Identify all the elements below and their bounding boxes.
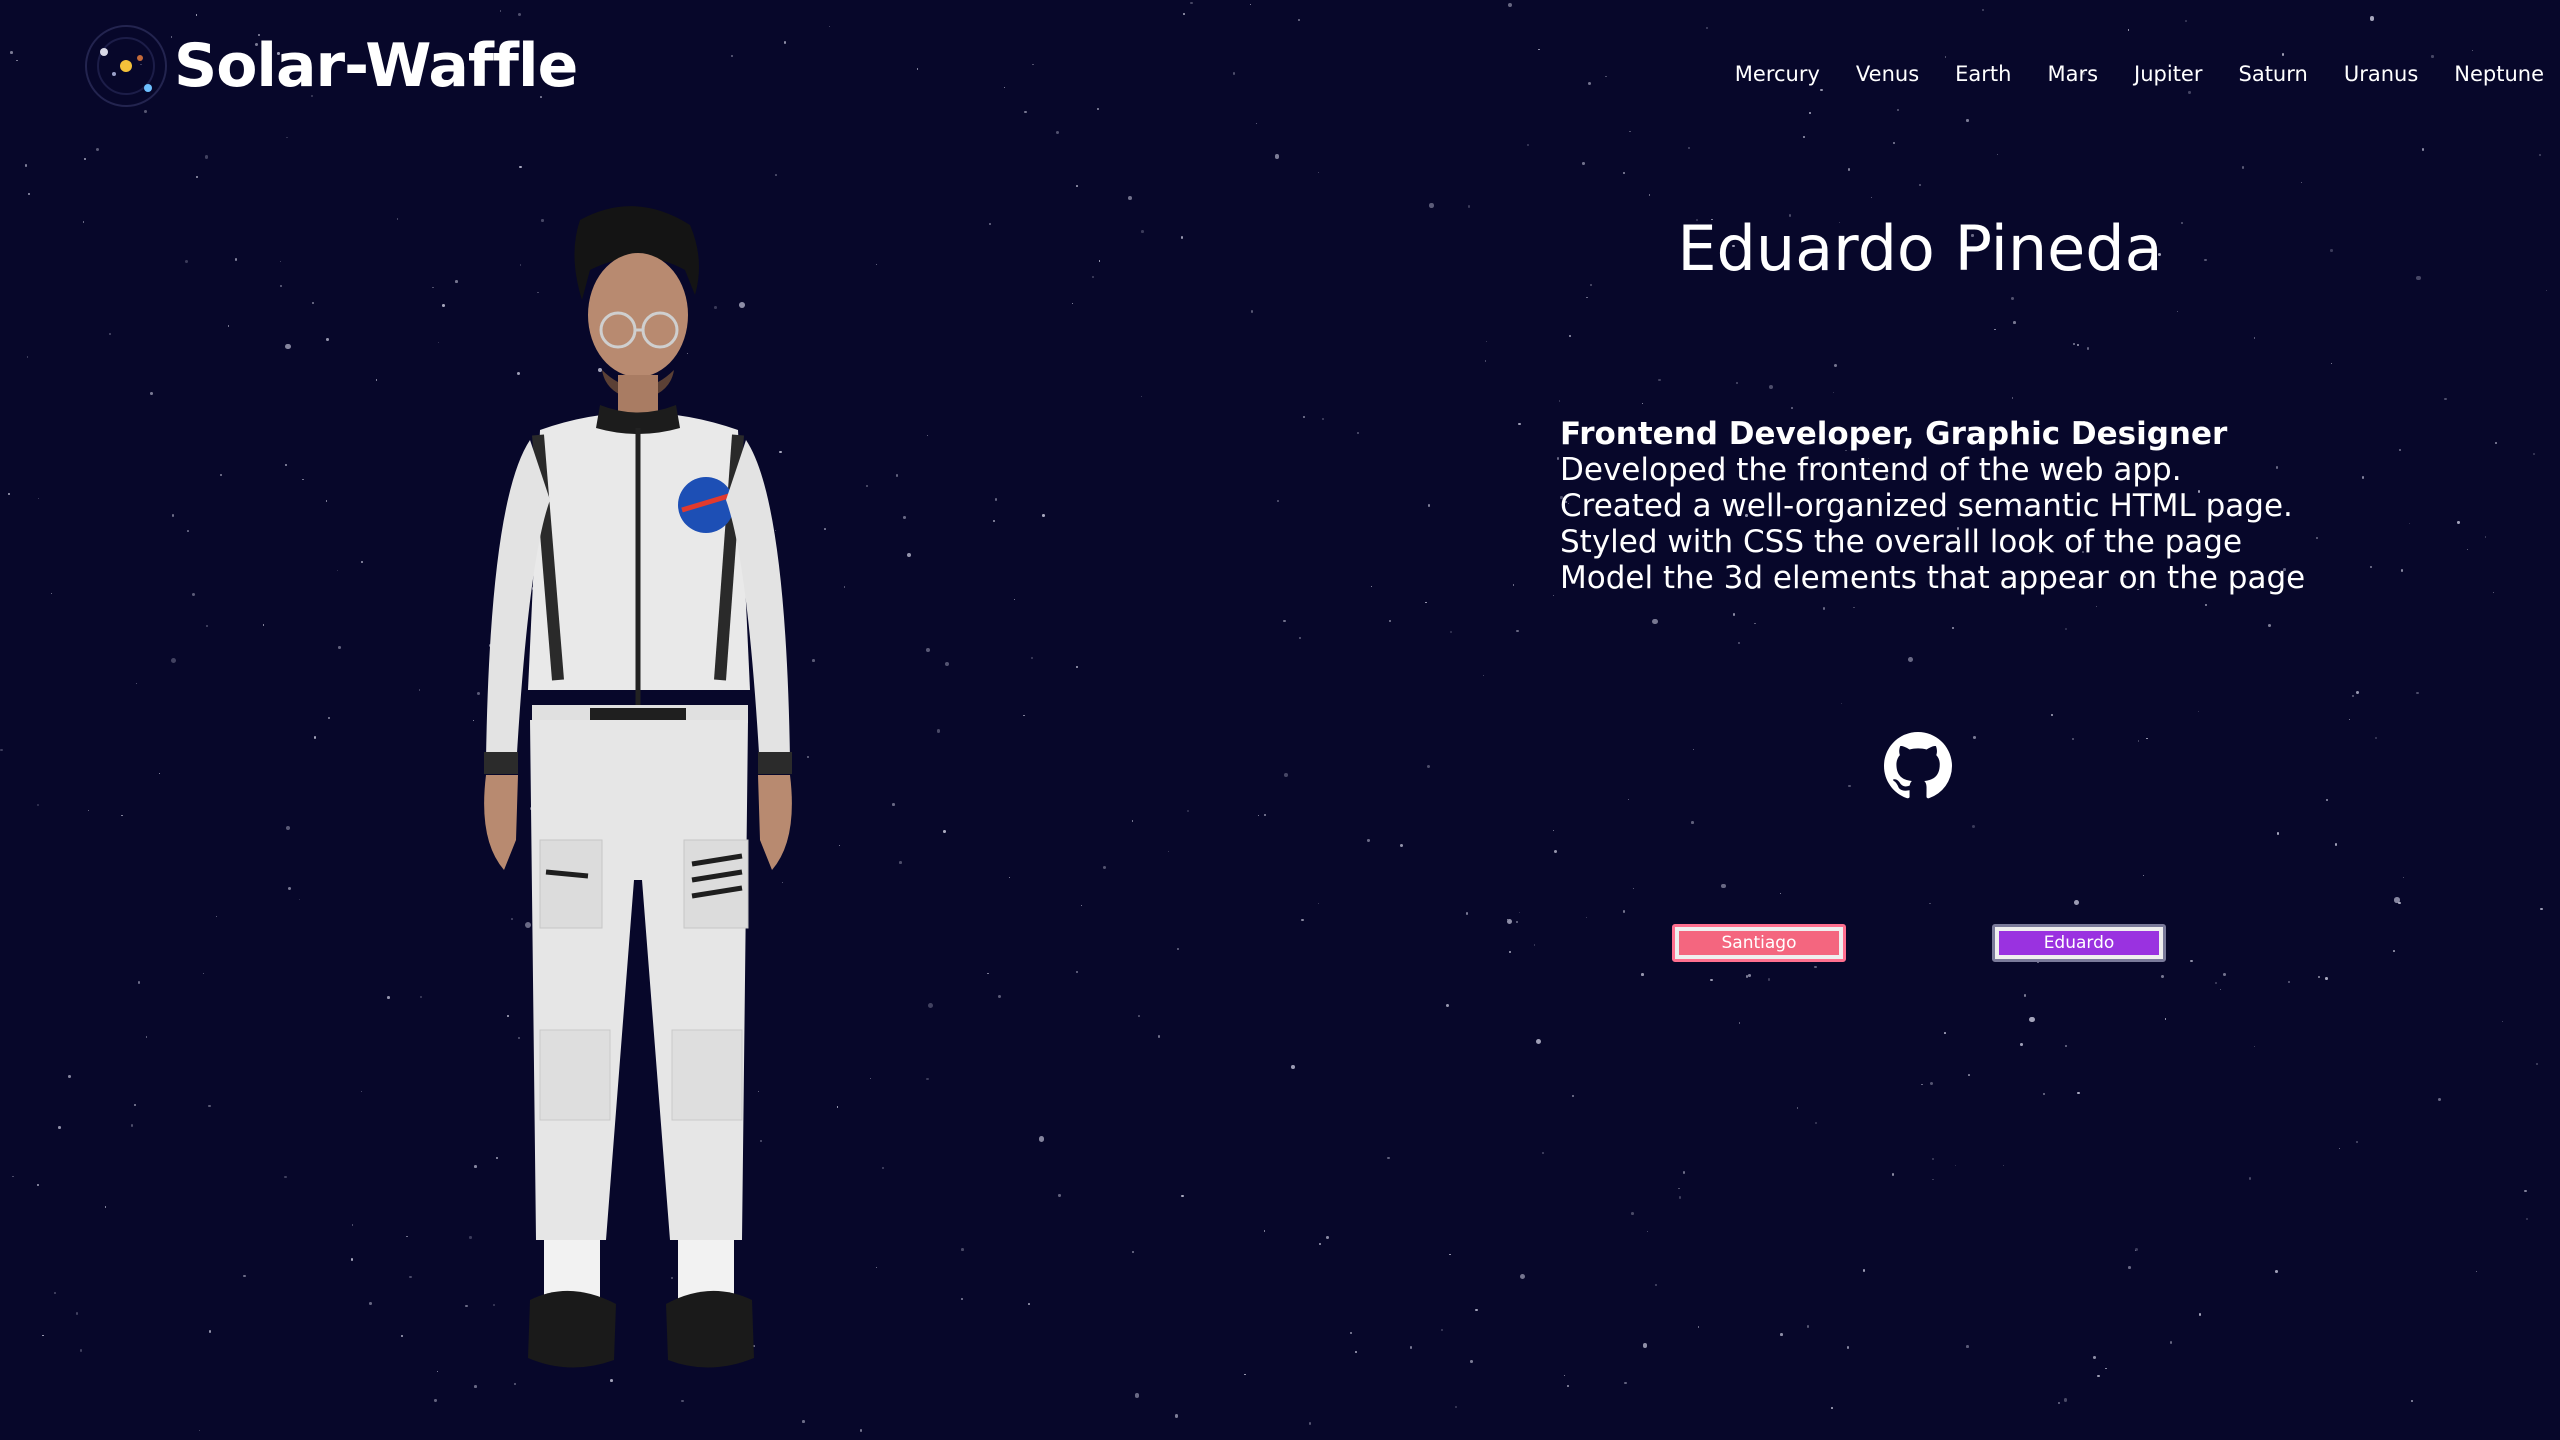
nav-neptune[interactable]: Neptune (2454, 62, 2544, 86)
nav-venus[interactable]: Venus (1856, 62, 1919, 86)
nav-earth[interactable]: Earth (1955, 62, 2011, 86)
santiago-button-label: Santiago (1679, 931, 1839, 955)
nav-jupiter[interactable]: Jupiter (2134, 62, 2202, 86)
profile-role: Frontend Developer, Graphic Designer (1560, 416, 2228, 452)
brand-name: Solar-Waffle (174, 31, 578, 101)
eduardo-button[interactable]: Eduardo (1992, 924, 2166, 962)
eduardo-button-label: Eduardo (1999, 931, 2159, 955)
profile-line: Created a well-organized semantic HTML p… (1560, 488, 2293, 524)
brand-logo[interactable]: Solar-Waffle (78, 18, 578, 114)
profile-description: Frontend Developer, Graphic Designer Dev… (1560, 416, 2360, 596)
nav-mercury[interactable]: Mercury (1735, 62, 1820, 86)
github-link[interactable] (1884, 732, 1952, 800)
nav-mars[interactable]: Mars (2047, 62, 2098, 86)
profile-line: Styled with CSS the overall look of the … (1560, 524, 2243, 560)
nav-uranus[interactable]: Uranus (2344, 62, 2418, 86)
github-icon (1884, 732, 1952, 799)
profile-line: Developed the frontend of the web app. (1560, 452, 2182, 488)
solar-system-icon (85, 25, 167, 107)
profile-name: Eduardo Pineda (1677, 212, 2163, 285)
planet-nav: Mercury Venus Earth Mars Jupiter Saturn … (1699, 62, 2544, 86)
astronaut-avatar (484, 206, 792, 1368)
nav-saturn[interactable]: Saturn (2239, 62, 2308, 86)
santiago-button[interactable]: Santiago (1672, 924, 1846, 962)
profile-line: Model the 3d elements that appear on the… (1560, 560, 2306, 596)
